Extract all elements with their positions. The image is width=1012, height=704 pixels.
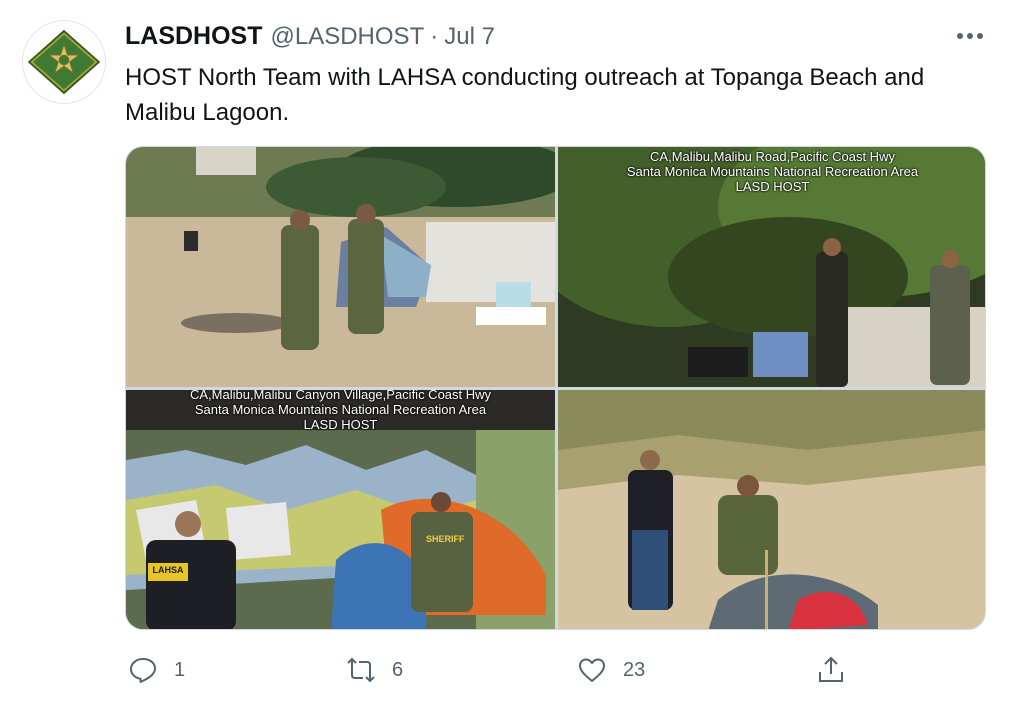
like-count: 23	[623, 658, 646, 681]
photo-2-caption: CA,Malibu,Malibu Road,Pacific Coast Hwy …	[558, 149, 985, 194]
retweet-icon	[347, 657, 375, 683]
photo-malibu-road[interactable]: CA,Malibu,Malibu Road,Pacific Coast Hwy …	[558, 147, 985, 387]
share-button[interactable]	[816, 650, 846, 690]
author-name[interactable]: LASDHOST	[125, 22, 263, 51]
avatar[interactable]	[22, 20, 106, 104]
separator-dot: ·	[430, 23, 439, 50]
caption-line: CA,Malibu,Malibu Canyon Village,Pacific …	[189, 390, 492, 402]
retweet-count: 6	[392, 658, 404, 681]
reply-count: 1	[174, 658, 186, 681]
more-dots-icon	[957, 33, 983, 39]
photo-1-image	[126, 147, 555, 387]
photo-4-image	[558, 390, 985, 629]
author-handle[interactable]: @LASDHOST	[271, 23, 425, 51]
photo-topanga-beach[interactable]	[126, 147, 555, 387]
caption-line: Santa Monica Mountains National Recreati…	[194, 402, 487, 417]
tweet-header: LASDHOST @LASDHOST · Jul 7	[125, 22, 495, 52]
photo-3-caption: CA,Malibu,Malibu Canyon Village,Pacific …	[126, 390, 555, 432]
more-options-button[interactable]	[952, 24, 988, 48]
share-upload-icon	[819, 656, 843, 682]
caption-line: LASD HOST	[735, 179, 810, 194]
lahsa-shirt-label: LAHSA	[152, 565, 184, 575]
retweet-button[interactable]: 6	[346, 650, 403, 690]
photo-malibu-lagoon[interactable]	[558, 390, 985, 629]
reply-bubble-icon	[130, 658, 156, 683]
heart-icon	[579, 658, 605, 682]
caption-line: CA,Malibu,Malibu Road,Pacific Coast Hwy	[650, 149, 895, 164]
tweet-actions: 1 6 23	[0, 650, 1012, 690]
reply-button[interactable]: 1	[128, 650, 185, 690]
tweet[interactable]: LASDHOST @LASDHOST · Jul 7 HOST North Te…	[0, 0, 1012, 704]
sheriff-star-badge-icon	[27, 29, 101, 95]
tweet-text: HOST North Team with LAHSA conducting ou…	[125, 64, 925, 126]
tweet-date[interactable]: Jul 7	[444, 23, 495, 51]
like-button[interactable]: 23	[577, 650, 645, 690]
media-grid: CA,Malibu,Malibu Road,Pacific Coast Hwy …	[125, 146, 986, 630]
photo-malibu-canyon-underpass[interactable]: CA,Malibu,Malibu Canyon Village,Pacific …	[126, 390, 555, 629]
caption-line: Santa Monica Mountains National Recreati…	[626, 164, 919, 179]
sheriff-vest-label: SHERIFF	[426, 534, 465, 544]
caption-line: LASD HOST	[303, 417, 378, 432]
